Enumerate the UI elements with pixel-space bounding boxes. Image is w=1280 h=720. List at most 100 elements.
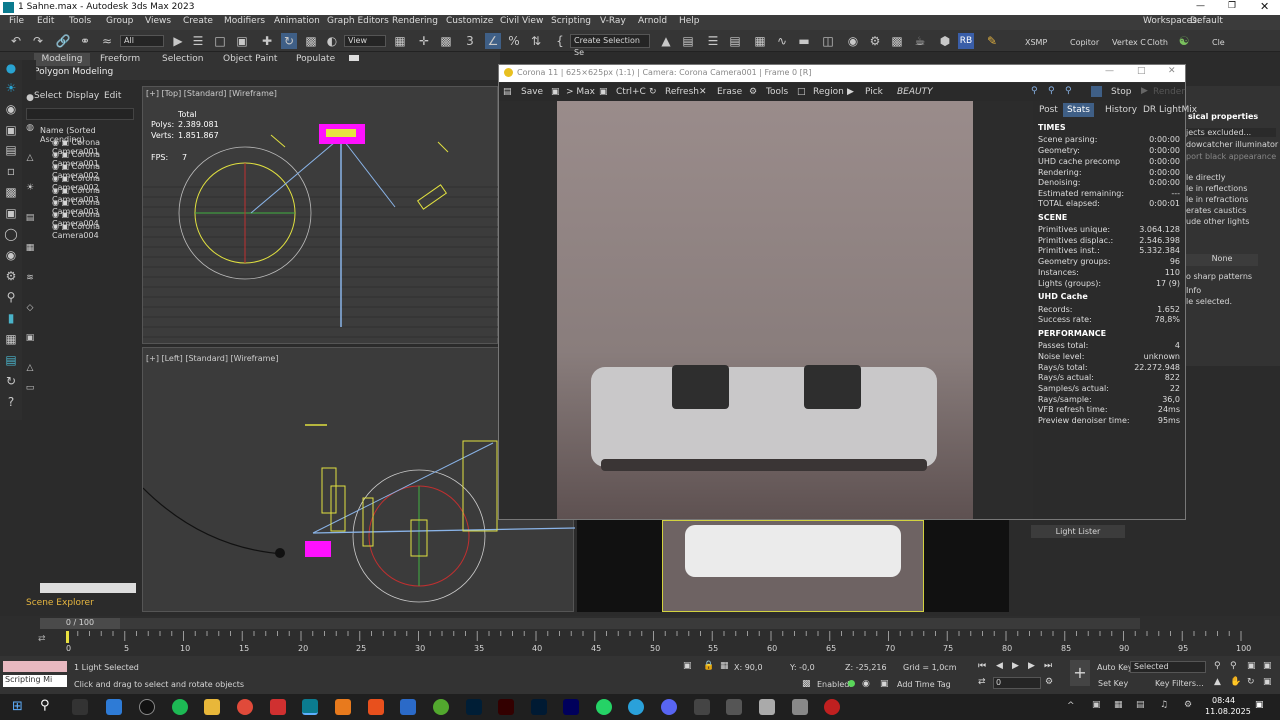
place-icon[interactable]: ◐ xyxy=(324,33,340,49)
language-icon[interactable]: ⚙ xyxy=(1184,700,1192,710)
tab-freeform[interactable]: Freeform xyxy=(100,54,140,64)
tab-modeling[interactable]: Modeling xyxy=(34,53,90,66)
group-icon[interactable]: ▦ xyxy=(3,331,19,347)
to-max-button[interactable]: > Max xyxy=(566,87,595,97)
create-icon[interactable]: ● xyxy=(3,60,19,76)
discord-icon[interactable] xyxy=(661,699,677,715)
render-minimize-icon[interactable]: — xyxy=(1105,66,1114,76)
tab-history[interactable]: History xyxy=(1105,105,1137,115)
menu-graph-editors[interactable]: Graph Editors xyxy=(327,16,389,26)
notification-icon[interactable]: ▣ xyxy=(1255,700,1264,710)
maxscript-mini-listener[interactable]: Scripting Mi xyxy=(3,675,67,687)
app-icon-blue[interactable] xyxy=(400,699,416,715)
add-time-tag-icon[interactable]: ▣ xyxy=(880,679,889,689)
props-line[interactable]: le in reflections xyxy=(1186,184,1247,193)
add-time-tag[interactable]: Add Time Tag xyxy=(897,680,951,689)
tab-edit[interactable]: Edit xyxy=(104,91,121,101)
save-button[interactable]: Save xyxy=(521,87,543,97)
pivot-icon[interactable]: ▦ xyxy=(392,33,408,49)
play-icon[interactable]: ▶ xyxy=(1012,661,1019,671)
named-selection-icon[interactable]: { xyxy=(552,33,568,49)
viewport-left-label[interactable]: [+] [Left] [Standard] [Wireframe] xyxy=(146,354,278,363)
maximize-viewport-icon[interactable]: ▣ xyxy=(1263,677,1272,687)
vertex-c-button[interactable]: Vertex C xyxy=(1112,38,1146,47)
help-icon[interactable]: ? xyxy=(3,394,19,410)
filter-icon[interactable]: ⚲ xyxy=(3,289,19,305)
render-icon[interactable]: ☕ xyxy=(912,33,928,49)
tab-object-paint[interactable]: Object Paint xyxy=(223,54,277,64)
cle-button[interactable]: Cle xyxy=(1212,38,1225,47)
region-icon[interactable]: □ xyxy=(797,87,806,97)
close-icon[interactable]: ✕ xyxy=(1260,0,1269,13)
pan-icon[interactable]: ✋ xyxy=(1230,677,1241,687)
menu-animation[interactable]: Animation xyxy=(274,16,320,26)
props-line[interactable]: dowcatcher illuminator xyxy=(1186,140,1278,149)
tab-display[interactable]: Display xyxy=(66,91,99,101)
tab-populate[interactable]: Populate xyxy=(296,54,335,64)
whatsapp-icon[interactable] xyxy=(596,699,612,715)
key-filters-button[interactable]: Key Filters... xyxy=(1155,679,1204,688)
list-item[interactable]: ◉ ▣ Corona Camera002 xyxy=(52,162,142,180)
render-button[interactable]: Render xyxy=(1153,87,1185,97)
clock-date[interactable]: 11.08.2025 xyxy=(1205,707,1251,716)
app-icon-gray2[interactable] xyxy=(726,699,742,715)
tray-app-icon[interactable]: ▣ xyxy=(1092,700,1101,710)
time-slider[interactable]: 0 / 100 xyxy=(40,618,1140,629)
zoom-in-icon[interactable]: ⚲ xyxy=(1031,86,1038,96)
app-icon-red[interactable] xyxy=(824,699,840,715)
menu-vray[interactable]: V-Ray xyxy=(600,16,626,26)
network-icon[interactable]: ▤ xyxy=(1136,700,1145,710)
sharp-patterns[interactable]: o sharp patterns xyxy=(1186,272,1252,281)
tray-app2-icon[interactable]: ▦ xyxy=(1114,700,1123,710)
menu-customize[interactable]: Customize xyxy=(446,16,493,26)
systems-icon[interactable]: ▩ xyxy=(3,184,19,200)
reference-coordinate-dropdown[interactable]: View xyxy=(344,35,386,47)
menu-rendering[interactable]: Rendering xyxy=(392,16,438,26)
spinner-snap-icon[interactable]: ⇅ xyxy=(528,33,544,49)
region-button[interactable]: Region xyxy=(813,87,844,97)
menu-create[interactable]: Create xyxy=(183,16,213,26)
selection-filter-dropdown[interactable]: All xyxy=(120,35,164,47)
app-icon-cloud[interactable] xyxy=(792,699,808,715)
helpers-icon[interactable]: ▤ xyxy=(3,142,19,158)
app-icon-orange[interactable] xyxy=(368,699,384,715)
bind-space-warp-icon[interactable]: ≈ xyxy=(99,33,115,49)
3ds-max-icon[interactable] xyxy=(302,699,318,715)
scene-horizontal-scrollbar[interactable] xyxy=(40,583,136,593)
layer-explorer-icon[interactable]: ☰ xyxy=(705,33,721,49)
list-item[interactable]: ◉ ▣ Corona Camera002 xyxy=(52,174,142,192)
to-max-icon[interactable]: ▣ xyxy=(551,87,560,97)
undo-icon[interactable]: ↶ xyxy=(8,33,24,49)
container-icon[interactable]: ▤ xyxy=(3,352,19,368)
stop-button[interactable]: Stop xyxy=(1111,87,1131,97)
props-line[interactable]: le in refractions xyxy=(1186,195,1248,204)
photoshop-icon[interactable] xyxy=(466,699,482,715)
pick-icon[interactable]: ▶ xyxy=(847,87,854,97)
maxscript-listener-pink[interactable] xyxy=(3,661,67,672)
vray-icon[interactable]: ⬢ xyxy=(937,33,953,49)
material-editor-icon[interactable]: ◉ xyxy=(845,33,861,49)
isolate-icon[interactable]: ▣ xyxy=(683,661,692,671)
menu-civil-view[interactable]: Civil View xyxy=(500,16,543,26)
link-icon[interactable]: 🔗 xyxy=(55,33,71,49)
workspaces-value[interactable]: Default xyxy=(1190,16,1223,26)
ribbon-toggle-icon[interactable] xyxy=(349,55,359,61)
scene-explorer-icon[interactable]: ▤ xyxy=(727,33,743,49)
coord-y[interactable]: Y: -0,0 xyxy=(790,663,815,672)
sync-icon[interactable]: ↻ xyxy=(3,373,19,389)
illustrator-icon[interactable] xyxy=(498,699,514,715)
erase-button[interactable]: Erase xyxy=(717,87,742,97)
spotify-icon[interactable] xyxy=(172,699,188,715)
goto-start-icon[interactable]: ⏮ xyxy=(978,661,986,671)
prev-frame-icon[interactable]: ◀ xyxy=(996,661,1003,671)
menu-group[interactable]: Group xyxy=(106,16,133,26)
redo-icon[interactable]: ↷ xyxy=(30,33,46,49)
move-icon[interactable]: ✚ xyxy=(259,33,275,49)
current-frame-marker[interactable] xyxy=(66,631,69,643)
app-icon-gray[interactable] xyxy=(694,699,710,715)
lightroom-icon[interactable] xyxy=(531,699,547,715)
save-icon[interactable]: ▤ xyxy=(503,87,512,97)
rotate-icon[interactable]: ↻ xyxy=(281,33,297,49)
adaptive-degradation-icon[interactable]: ▩ xyxy=(802,679,811,689)
rb-icon[interactable]: RB xyxy=(958,33,974,49)
